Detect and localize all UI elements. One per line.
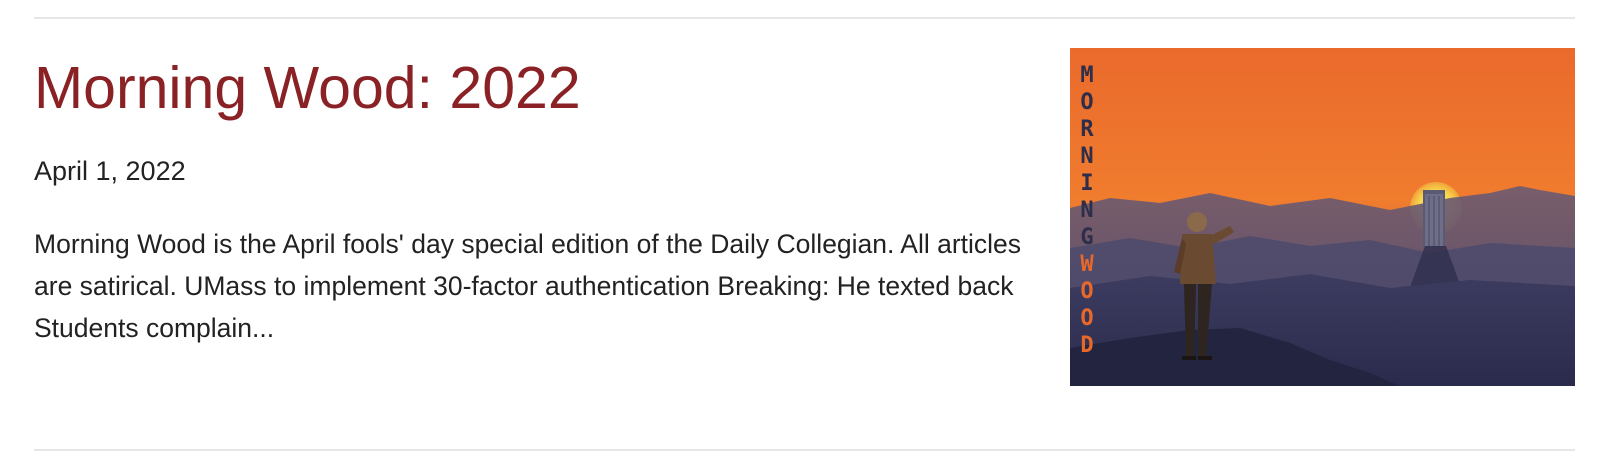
thumbnail-title-letters: M O R N I N G W O O D — [1076, 62, 1098, 359]
letter-g: G — [1080, 225, 1094, 250]
thumbnail-illustration — [1070, 48, 1575, 386]
article-card: Morning Wood: 2022 April 1, 2022 Morning… — [34, 40, 1575, 400]
letter-o-2: O — [1080, 279, 1094, 304]
article-thumbnail[interactable]: M O R N I N G W O O D — [1070, 48, 1575, 386]
letter-o-3: O — [1080, 306, 1094, 331]
letter-r: R — [1080, 117, 1094, 142]
article-title-link[interactable]: Morning Wood: 2022 — [34, 56, 581, 121]
article-date: April 1, 2022 — [34, 156, 186, 186]
letter-i: I — [1080, 171, 1094, 196]
letter-m: M — [1080, 63, 1094, 88]
article-excerpt: Morning Wood is the April fools' day spe… — [34, 229, 1022, 343]
letter-w: W — [1080, 252, 1094, 277]
letter-n: N — [1080, 144, 1094, 169]
letter-o: O — [1080, 90, 1094, 115]
letter-d: D — [1080, 333, 1094, 358]
top-divider — [34, 17, 1575, 19]
letter-n-2: N — [1080, 198, 1094, 223]
